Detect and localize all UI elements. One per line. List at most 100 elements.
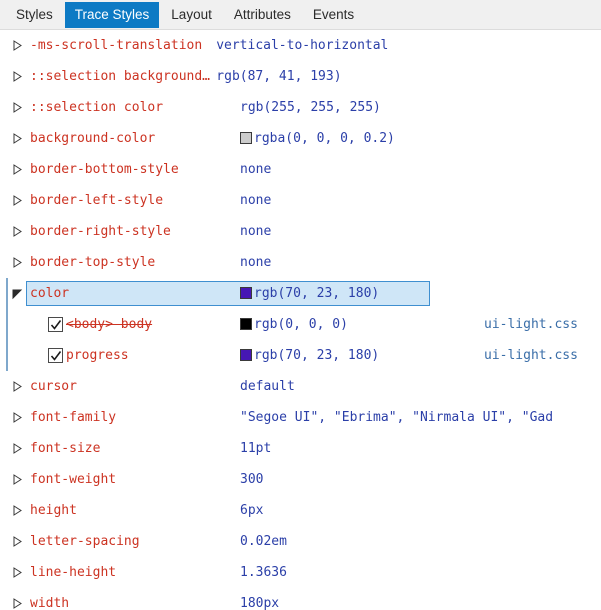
property-value: 300	[240, 472, 264, 487]
stylesheet-link[interactable]: ui-light.css	[484, 317, 578, 332]
expander-collapsed-icon[interactable]	[12, 504, 23, 517]
property-row[interactable]: letter-spacing 0.02em	[0, 526, 601, 557]
property-value-cell[interactable]: none	[240, 224, 271, 239]
property-value-cell[interactable]: rgb(70, 23, 180)	[240, 286, 379, 301]
property-row[interactable]: background-color rgba(0, 0, 0, 0.2)	[0, 123, 601, 154]
property-value-cell[interactable]: 6px	[240, 503, 263, 518]
tab-events[interactable]: Events	[303, 2, 364, 28]
property-value: rgb(255, 255, 255)	[240, 100, 381, 115]
property-row[interactable]: width 180px	[0, 588, 601, 610]
property-name[interactable]: -ms-scroll-translation	[30, 38, 202, 53]
property-name[interactable]: border-left-style	[30, 193, 163, 208]
property-name[interactable]: font-family	[30, 410, 116, 425]
tab-trace-styles[interactable]: Trace Styles	[64, 1, 160, 28]
property-value: rgba(0, 0, 0, 0.2)	[254, 131, 395, 146]
rule-selector[interactable]: <body> body	[66, 317, 152, 332]
tab-styles[interactable]: Styles	[6, 2, 63, 28]
rule-value-cell[interactable]: rgb(0, 0, 0)	[240, 317, 348, 332]
property-row[interactable]: border-bottom-style none	[0, 154, 601, 185]
property-value-cell[interactable]: rgb(87, 41, 193)	[216, 69, 341, 84]
expander-collapsed-icon[interactable]	[12, 597, 23, 610]
property-value: default	[240, 379, 295, 394]
property-row[interactable]: -ms-scroll-translation vertical-to-horizo…	[0, 30, 601, 61]
property-name[interactable]: height	[30, 503, 77, 518]
property-value: none	[240, 193, 272, 208]
rule-enabled-checkbox[interactable]	[48, 348, 63, 363]
property-row[interactable]: font-weight 300	[0, 464, 601, 495]
expander-collapsed-icon[interactable]	[12, 566, 23, 579]
property-value-cell[interactable]: none	[240, 162, 271, 177]
property-value: 6px	[240, 503, 264, 518]
property-name[interactable]: border-bottom-style	[30, 162, 179, 177]
color-swatch[interactable]	[240, 318, 252, 330]
property-row[interactable]: font-size 11pt	[0, 433, 601, 464]
property-name[interactable]: border-right-style	[30, 224, 171, 239]
property-row[interactable]: height 6px	[0, 495, 601, 526]
expander-expanded-icon[interactable]	[12, 287, 23, 300]
tab-attributes[interactable]: Attributes	[224, 2, 301, 28]
property-value-cell[interactable]: 300	[240, 472, 263, 487]
property-value-cell[interactable]: vertical-to-horizontal	[216, 38, 388, 53]
property-value: 11pt	[240, 441, 272, 456]
property-value-cell[interactable]: rgba(0, 0, 0, 0.2)	[240, 131, 395, 146]
expander-collapsed-icon[interactable]	[12, 194, 23, 207]
property-row[interactable]: cursor default	[0, 371, 601, 402]
property-value: "Segoe UI", "Ebrima", "Nirmala UI", "Gad	[240, 410, 554, 425]
expander-collapsed-icon[interactable]	[12, 101, 23, 114]
expander-collapsed-icon[interactable]	[12, 380, 23, 393]
property-name[interactable]: ::selection color	[30, 100, 163, 115]
rule-selector[interactable]: progress	[66, 348, 129, 363]
property-row[interactable]: border-left-style none	[0, 185, 601, 216]
property-value-cell[interactable]: 1.3636	[240, 565, 287, 580]
trace-styles-list[interactable]: -ms-scroll-translation vertical-to-horizo…	[0, 30, 601, 610]
color-swatch[interactable]	[240, 349, 252, 361]
expander-collapsed-icon[interactable]	[12, 70, 23, 83]
color-swatch[interactable]	[240, 287, 252, 299]
property-row[interactable]: color rgb(70, 23, 180)	[0, 278, 601, 309]
property-value-cell[interactable]: none	[240, 255, 271, 270]
property-name[interactable]: font-size	[30, 441, 100, 456]
property-value: rgb(87, 41, 193)	[216, 69, 342, 84]
property-value-cell[interactable]: 180px	[240, 596, 279, 610]
expander-collapsed-icon[interactable]	[12, 411, 23, 424]
color-swatch[interactable]	[240, 132, 252, 144]
property-value-cell[interactable]: none	[240, 193, 271, 208]
property-name[interactable]: background-color	[30, 131, 155, 146]
property-name[interactable]: cursor	[30, 379, 77, 394]
property-value-cell[interactable]: "Segoe UI", "Ebrima", "Nirmala UI", "Gad	[240, 410, 553, 425]
property-name[interactable]: ::selection background…	[30, 69, 210, 84]
property-value-cell[interactable]: default	[240, 379, 295, 394]
property-row[interactable]: ::selection color rgb(255, 255, 255)	[0, 92, 601, 123]
property-row[interactable]: line-height 1.3636	[0, 557, 601, 588]
expander-collapsed-icon[interactable]	[12, 256, 23, 269]
property-value-cell[interactable]: 11pt	[240, 441, 271, 456]
stylesheet-link[interactable]: ui-light.css	[484, 348, 578, 363]
property-value-cell[interactable]: 0.02em	[240, 534, 287, 549]
property-name[interactable]: width	[30, 596, 69, 610]
property-row[interactable]: font-family "Segoe UI", "Ebrima", "Nirmal…	[0, 402, 601, 433]
expander-collapsed-icon[interactable]	[12, 442, 23, 455]
tab-layout[interactable]: Layout	[161, 2, 222, 28]
property-name[interactable]: letter-spacing	[30, 534, 140, 549]
rule-value-cell[interactable]: rgb(70, 23, 180)	[240, 348, 379, 363]
property-name[interactable]: border-top-style	[30, 255, 155, 270]
property-value: none	[240, 162, 272, 177]
property-name[interactable]: color	[30, 286, 69, 301]
expander-collapsed-icon[interactable]	[12, 225, 23, 238]
property-value: 1.3636	[240, 565, 287, 580]
expander-collapsed-icon[interactable]	[12, 473, 23, 486]
matched-rule-row[interactable]: progress rgb(70, 23, 180) ui-light.css	[0, 340, 601, 371]
property-name[interactable]: line-height	[30, 565, 116, 580]
expander-collapsed-icon[interactable]	[12, 163, 23, 176]
expander-collapsed-icon[interactable]	[12, 132, 23, 145]
property-row[interactable]: ::selection background… rgb(87, 41, 193)	[0, 61, 601, 92]
property-row[interactable]: border-top-style none	[0, 247, 601, 278]
property-value: 180px	[240, 596, 280, 610]
property-name[interactable]: font-weight	[30, 472, 116, 487]
matched-rule-row[interactable]: <body> body rgb(0, 0, 0) ui-light.css	[0, 309, 601, 340]
rule-enabled-checkbox[interactable]	[48, 317, 63, 332]
expander-collapsed-icon[interactable]	[12, 535, 23, 548]
property-row[interactable]: border-right-style none	[0, 216, 601, 247]
property-value-cell[interactable]: rgb(255, 255, 255)	[240, 100, 381, 115]
expander-collapsed-icon[interactable]	[12, 39, 23, 52]
